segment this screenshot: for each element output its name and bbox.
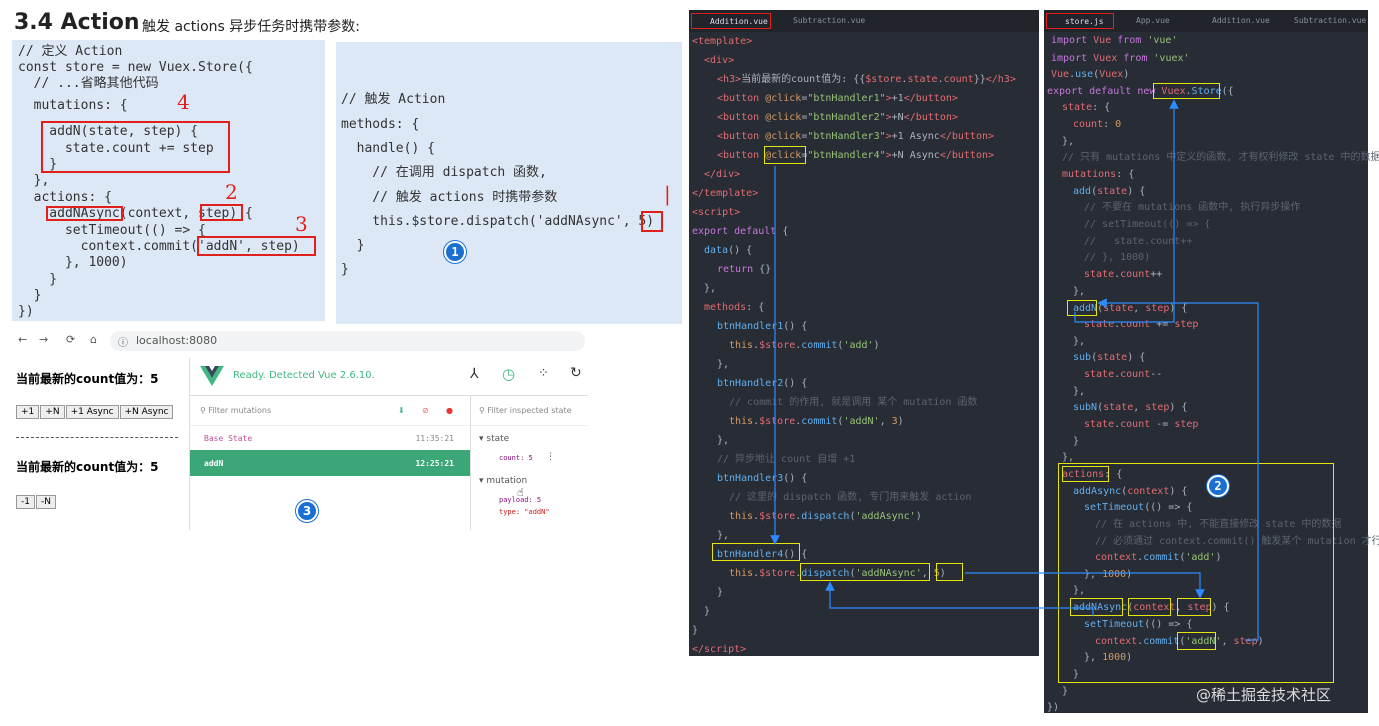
arrow-mutation-to-store xyxy=(1074,99,1179,323)
watermark: @稀土掘金技术社区 xyxy=(1196,686,1332,704)
flow-arrows xyxy=(770,99,1259,641)
arrow-payload-to-step xyxy=(965,572,1205,599)
arrow-dispatch-to-action xyxy=(825,581,1094,616)
arrow-commit-to-mutation xyxy=(1097,298,1259,641)
